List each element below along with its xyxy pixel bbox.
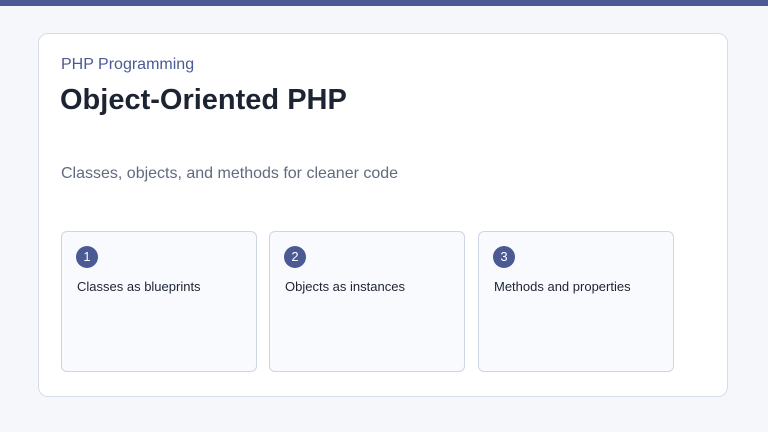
top-accent-bar <box>0 0 768 6</box>
feature-card-2: 2 Objects as instances <box>269 231 465 372</box>
slide-tagline: Classes, objects, and methods for cleane… <box>61 165 399 182</box>
feature-label: Objects as instances <box>285 279 405 294</box>
slide-subtitle: PHP Programming <box>61 56 195 73</box>
feature-label: Classes as blueprints <box>77 279 201 294</box>
feature-number-badge: 1 <box>76 246 98 268</box>
feature-number-badge: 3 <box>493 246 515 268</box>
feature-card-3: 3 Methods and properties <box>478 231 674 372</box>
slide-card: PHP Programming Object-Oriented PHP Clas… <box>38 33 728 397</box>
feature-number-badge: 2 <box>284 246 306 268</box>
feature-label: Methods and properties <box>494 279 631 294</box>
feature-card-1: 1 Classes as blueprints <box>61 231 257 372</box>
slide-title: Object-Oriented PHP <box>60 84 347 116</box>
